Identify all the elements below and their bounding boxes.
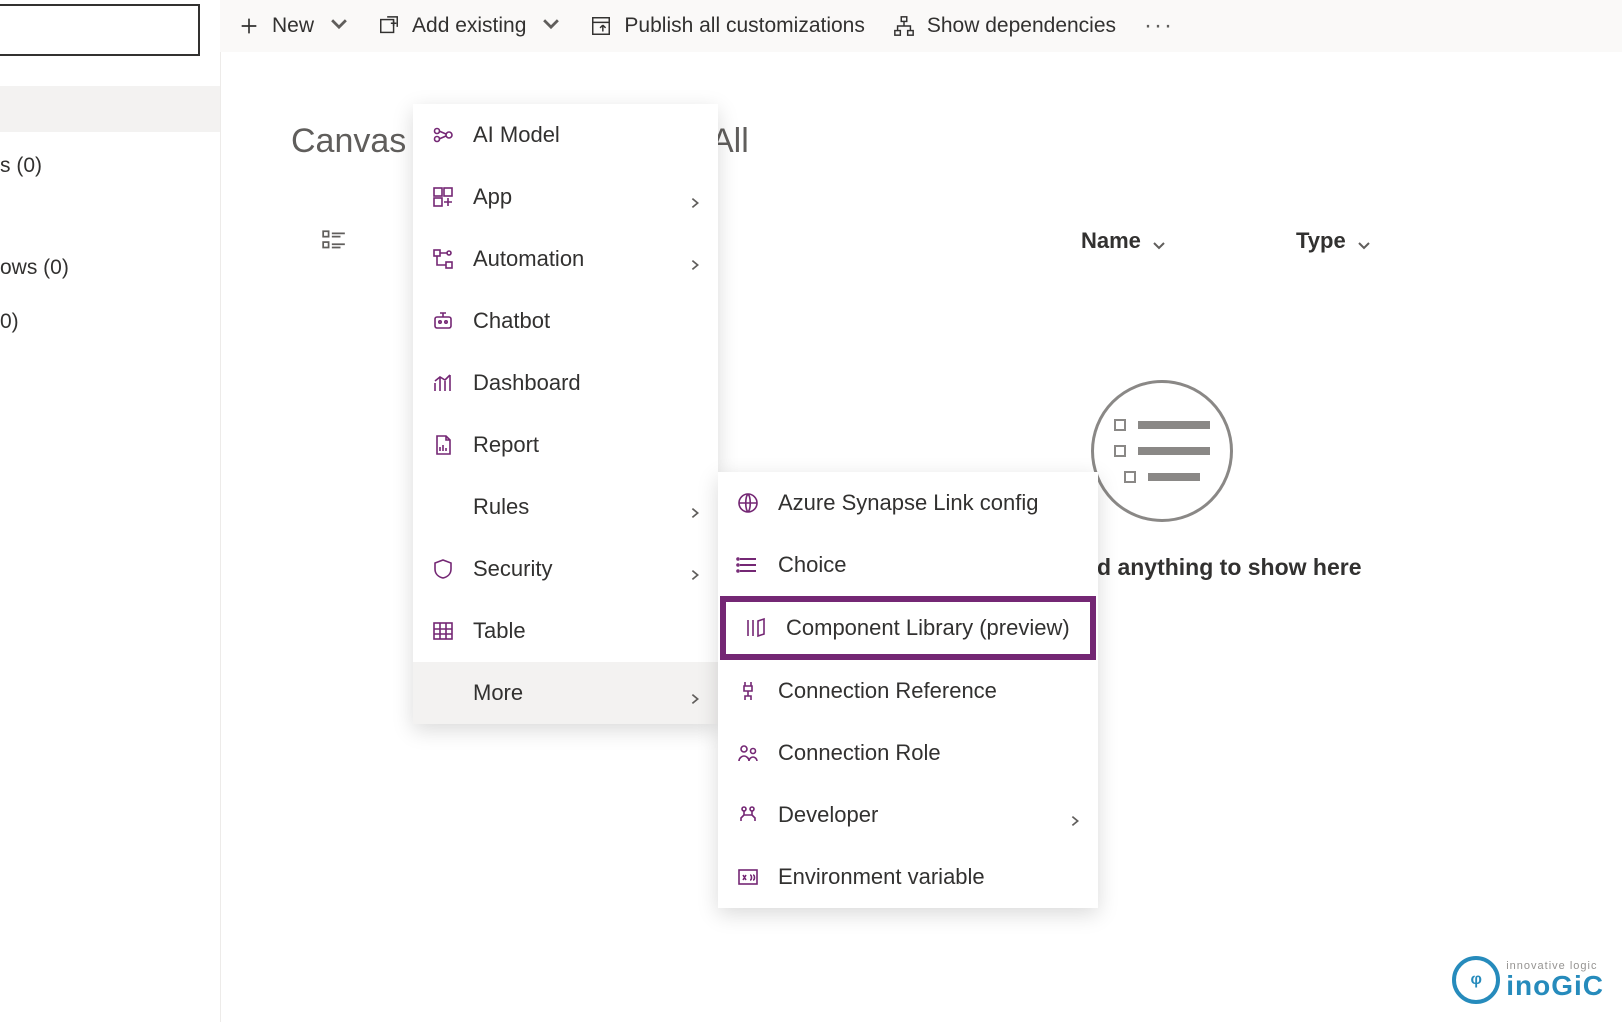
menu-item-connection-reference[interactable]: Connection Reference [718,660,1098,722]
menu-item-choice[interactable]: Choice [718,534,1098,596]
chevron-right-icon [688,252,702,266]
menu-item-developer[interactable]: Developer [718,784,1098,846]
more-commands-button[interactable]: ··· [1144,12,1174,40]
env-variable-icon [736,865,760,889]
menu-label: Connection Reference [778,678,997,704]
dashboard-icon [431,371,455,395]
new-label: New [272,14,314,38]
menu-item-app[interactable]: App [413,166,718,228]
menu-item-report[interactable]: Report [413,414,718,476]
menu-label: More [473,680,523,706]
column-name-label: Name [1081,228,1141,254]
sidebar-item-3[interactable]: 0) [0,310,19,334]
menu-label: Azure Synapse Link config [778,490,1039,516]
sidebar-item-1[interactable]: s (0) [0,154,42,178]
chevron-right-icon [688,190,702,204]
menu-label: Chatbot [473,308,550,334]
command-bar: New Add existing Publish all customizati… [220,0,1622,52]
main-content: Canvas C All Name Type d anything to sho… [220,52,1622,1022]
menu-item-connection-role[interactable]: Connection Role [718,722,1098,784]
column-select-all[interactable] [321,228,347,260]
menu-label: Choice [778,552,846,578]
publish-icon [590,15,612,37]
checklist-icon [321,228,347,260]
watermark: φ innovative logic inoGiC [1452,956,1604,1004]
menu-item-rules[interactable]: Rules [413,476,718,538]
chevron-down-icon [1151,233,1167,249]
column-header-type[interactable]: Type [1296,228,1372,254]
chevron-right-icon [688,500,702,514]
add-existing-label: Add existing [412,14,526,38]
chevron-right-icon [688,686,702,700]
menu-item-chatbot[interactable]: Chatbot [413,290,718,352]
component-library-icon [744,616,768,640]
dependencies-icon [893,15,915,37]
menu-item-table[interactable]: Table [413,600,718,662]
menu-item-env-variable[interactable]: Environment variable [718,846,1098,908]
app-icon [431,185,455,209]
connection-role-icon [736,741,760,765]
developer-icon [736,803,760,827]
dependencies-label: Show dependencies [927,14,1116,38]
watermark-name: inoGiC [1506,972,1604,1000]
menu-label: App [473,184,512,210]
empty-state-icon [1091,380,1233,522]
menu-item-automation[interactable]: Automation [413,228,718,290]
more-submenu: Azure Synapse Link config Choice Compone… [718,472,1098,908]
report-icon [431,433,455,457]
column-header-name[interactable]: Name [1081,228,1167,254]
sidebar-selected-row[interactable] [0,86,220,132]
chevron-down-icon [540,12,562,40]
highlighted-item: Component Library (preview) [720,596,1096,660]
menu-item-component-library[interactable]: Component Library (preview) [726,602,1090,654]
menu-label: Component Library (preview) [786,615,1070,641]
menu-item-more[interactable]: More [413,662,718,724]
table-icon [431,619,455,643]
menu-label: AI Model [473,122,560,148]
chevron-right-icon [688,562,702,576]
rules-icon [431,495,455,519]
publish-label: Publish all customizations [624,14,864,38]
menu-label: Environment variable [778,864,985,890]
watermark-icon: φ [1452,956,1500,1004]
publish-button[interactable]: Publish all customizations [590,14,864,38]
new-button[interactable]: New [238,12,350,40]
menu-item-ai-model[interactable]: AI Model [413,104,718,166]
column-type-label: Type [1296,228,1346,254]
menu-item-synapse[interactable]: Azure Synapse Link config [718,472,1098,534]
add-existing-button[interactable]: Add existing [378,12,562,40]
left-nav: ) s (0) ows (0) 0) [0,0,220,1022]
dependencies-button[interactable]: Show dependencies [893,14,1116,38]
menu-label: Developer [778,802,878,828]
search-input[interactable] [0,4,200,56]
empty-state-text: d anything to show here [1097,554,1362,581]
plus-icon [238,15,260,37]
more-icon [431,681,455,705]
menu-item-security[interactable]: Security [413,538,718,600]
add-existing-icon [378,15,400,37]
new-menu: AI Model App Automation Chatbot Dashboar… [413,104,718,724]
chatbot-icon [431,309,455,333]
menu-label: Automation [473,246,584,272]
chevron-down-icon [328,12,350,40]
synapse-icon [736,491,760,515]
security-icon [431,557,455,581]
menu-label: Rules [473,494,529,520]
chevron-right-icon [1068,808,1082,822]
menu-label: Report [473,432,539,458]
menu-label: Dashboard [473,370,581,396]
sidebar-item-2[interactable]: ows (0) [0,256,69,280]
connection-reference-icon [736,679,760,703]
choice-icon [736,553,760,577]
menu-item-dashboard[interactable]: Dashboard [413,352,718,414]
menu-label: Table [473,618,526,644]
menu-label: Connection Role [778,740,941,766]
ai-model-icon [431,123,455,147]
menu-label: Security [473,556,552,582]
chevron-down-icon [1356,233,1372,249]
automation-icon [431,247,455,271]
